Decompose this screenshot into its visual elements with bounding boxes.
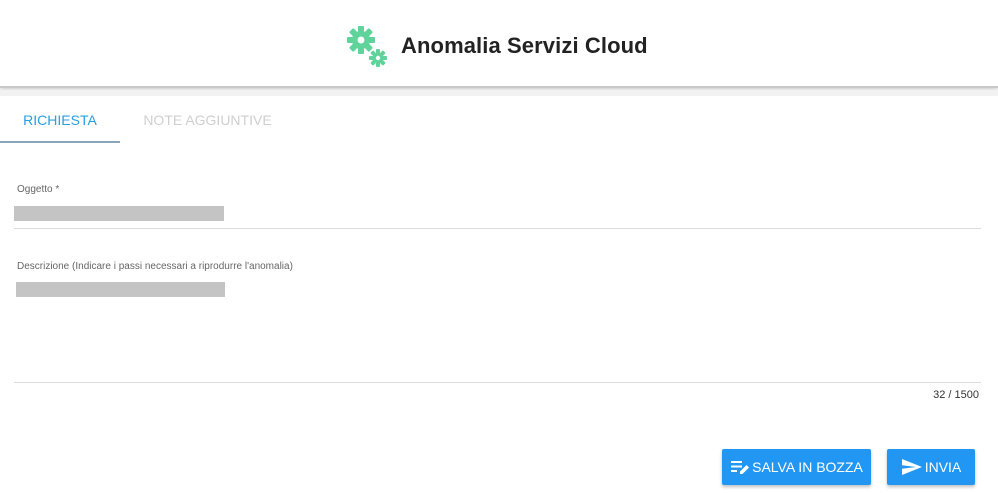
tab-bar: Richiesta Note aggiuntive: [0, 96, 998, 144]
char-counter: 32 / 1500: [933, 389, 979, 401]
description-label: Descrizione (Indicare i passi necessari …: [17, 261, 293, 272]
save-draft-label: Salva in bozza: [752, 459, 863, 475]
subject-label: Oggetto *: [17, 184, 60, 195]
active-tab-indicator: [0, 141, 120, 143]
send-label: Invia: [924, 459, 962, 475]
send-icon: [901, 459, 922, 475]
page-title: Anomalia Servizi Cloud: [401, 33, 648, 58]
gears-icon: [345, 24, 389, 68]
save-draft-button[interactable]: Salva in bozza: [722, 449, 871, 485]
subject-input[interactable]: [14, 206, 224, 221]
tab-richiesta[interactable]: Richiesta: [0, 96, 120, 143]
app-header: Anomalia Servizi Cloud: [0, 0, 998, 88]
edit-notes-icon: [731, 461, 750, 474]
send-button[interactable]: Invia: [887, 449, 975, 485]
header-title-group: Anomalia Servizi Cloud: [345, 24, 648, 68]
tab-note-aggiuntive[interactable]: Note aggiuntive: [120, 96, 295, 143]
subject-underline: [14, 228, 981, 229]
description-underline: [14, 382, 981, 383]
description-textarea[interactable]: [16, 282, 225, 297]
